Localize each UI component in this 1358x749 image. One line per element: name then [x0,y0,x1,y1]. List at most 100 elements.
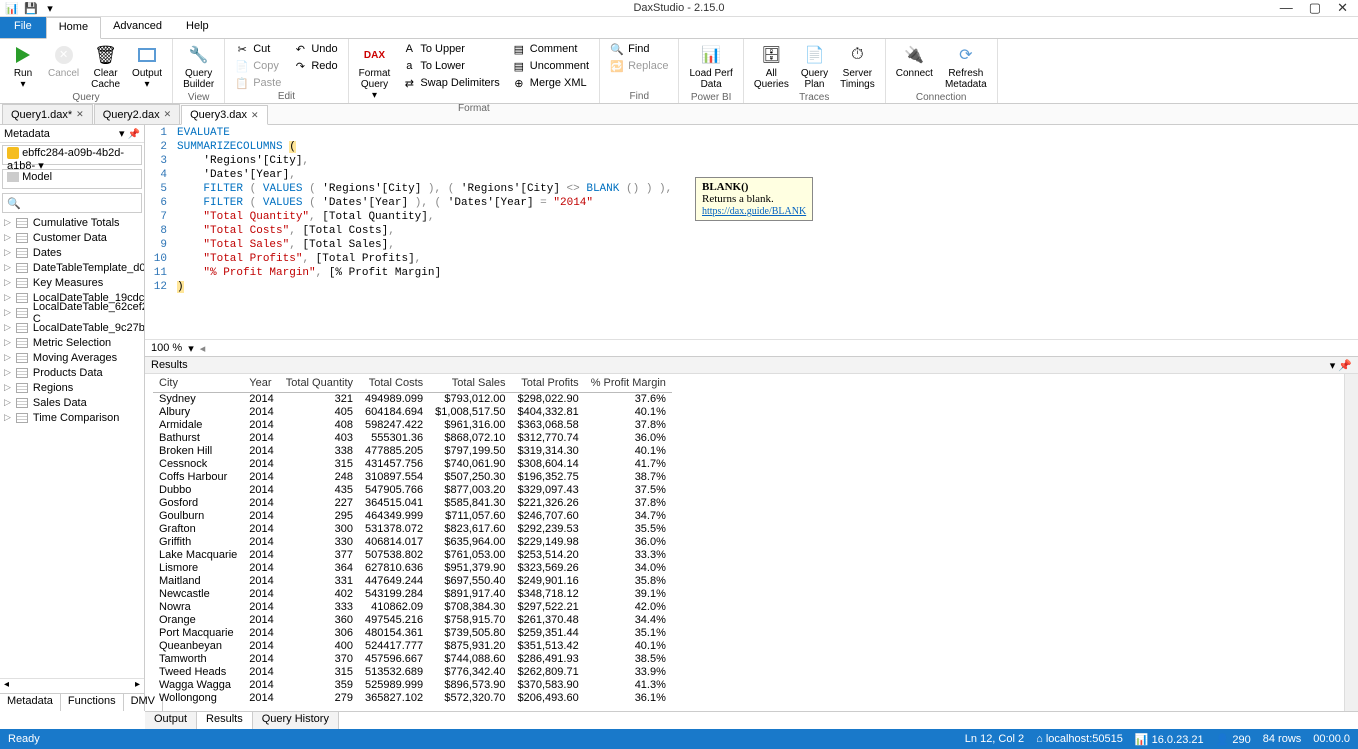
doctab[interactable]: Query1.dax*✕ [2,104,93,124]
expand-icon[interactable]: ▷ [4,382,11,393]
column-header[interactable]: Total Sales [429,374,511,392]
column-header[interactable]: Total Profits [512,374,585,392]
table-row[interactable]: Wollongong2014279365827.102$572,320.70$2… [153,691,672,704]
output-button[interactable]: Output▾ [128,41,166,92]
expand-icon[interactable]: ▷ [4,367,11,378]
table-item[interactable]: ▷Time Comparison [0,410,144,425]
table-row[interactable]: Tamworth2014370457596.667$744,088.60$286… [153,652,672,665]
table-item[interactable]: ▷Sales Data [0,395,144,410]
table-row[interactable]: Tweed Heads2014315513532.689$776,342.40$… [153,665,672,678]
scroll-left-icon[interactable]: ◂ [200,342,206,355]
doctab[interactable]: Query3.dax✕ [181,105,267,125]
table-item[interactable]: ▷LocalDateTable_62cef255-C [0,305,144,320]
to-upper-button[interactable]: ATo Upper [398,41,503,57]
close-tab-icon[interactable]: ✕ [164,109,172,120]
table-row[interactable]: Broken Hill2014338477885.205$797,199.50$… [153,444,672,457]
cut-button[interactable]: ✂Cut [231,41,285,57]
redo-button[interactable]: ↷Redo [289,58,341,74]
undo-button[interactable]: ↶Undo [289,41,341,57]
table-row[interactable]: Griffith2014330406814.017$635,964.00$229… [153,535,672,548]
table-row[interactable]: Coffs Harbour2014248310897.554$507,250.3… [153,470,672,483]
table-row[interactable]: Port Macquarie2014306480154.361$739,505.… [153,626,672,639]
copy-button[interactable]: 📄Copy [231,58,285,74]
table-item[interactable]: ▷Key Measures [0,275,144,290]
clear-cache-button[interactable]: 🗑ClearCache [87,41,124,92]
refresh-metadata-button[interactable]: ⟳RefreshMetadata [941,41,991,92]
table-item[interactable]: ▷Customer Data [0,230,144,245]
merge-xml-button[interactable]: ⊕Merge XML [508,75,593,91]
results-scrollbar[interactable] [1344,374,1358,711]
run-button[interactable]: Run▾ [6,41,40,92]
output-tab-results[interactable]: Results [197,712,253,729]
minimize-button[interactable]: — [1280,0,1293,16]
table-row[interactable]: Sydney2014321494989.099$793,012.00$298,0… [153,392,672,405]
table-row[interactable]: Orange2014360497545.216$758,915.70$261,3… [153,613,672,626]
expand-icon[interactable]: ▷ [4,292,11,303]
model-combo[interactable]: Model [2,169,142,189]
side-scrollbar[interactable]: ◂▸ [0,678,144,693]
table-row[interactable]: Armidale2014408598247.422$961,316.00$363… [153,418,672,431]
table-row[interactable]: Queanbeyan2014400524417.777$875,931.20$3… [153,639,672,652]
find-button[interactable]: 🔍Find [606,41,672,57]
table-row[interactable]: Lismore2014364627810.636$951,379.90$323,… [153,561,672,574]
table-row[interactable]: Wagga Wagga2014359525989.999$896,573.90$… [153,678,672,691]
table-item[interactable]: ▷DateTableTemplate_d095fb [0,260,144,275]
table-item[interactable]: ▷Moving Averages [0,350,144,365]
qat-dropdown-icon[interactable]: ▾ [42,1,58,15]
results-dropdown-icon[interactable]: ▾ [1330,360,1336,372]
column-header[interactable]: Total Quantity [280,374,359,392]
swap-delimiters-button[interactable]: ⇄Swap Delimiters [398,75,503,91]
metadata-search[interactable]: 🔍 [2,193,142,213]
tab-file[interactable]: File [0,17,46,38]
close-tab-icon[interactable]: ✕ [76,109,84,120]
tab-home[interactable]: Home [46,17,101,39]
sidebar-tab-functions[interactable]: Functions [61,694,124,711]
uncomment-button[interactable]: ▤Uncomment [508,58,593,74]
code-editor[interactable]: 123456789101112 EVALUATE SUMMARIZECOLUMN… [145,125,1358,339]
column-header[interactable]: City [153,374,243,392]
expand-icon[interactable]: ▷ [4,397,11,408]
expand-icon[interactable]: ▷ [4,247,11,258]
sidebar-dropdown-icon[interactable]: ▾ 📌 [119,127,140,140]
server-timings-button[interactable]: ⏱ServerTimings [836,41,879,92]
query-plan-button[interactable]: 📄QueryPlan [797,41,832,92]
doctab[interactable]: Query2.dax✕ [94,104,180,124]
tooltip-link[interactable]: https://dax.guide/BLANK [702,206,806,217]
database-combo[interactable]: ebffc284-a09b-4b2d-a1b8- ▾ [2,145,142,165]
table-row[interactable]: Lake Macquarie2014377507538.802$761,053.… [153,548,672,561]
table-row[interactable]: Cessnock2014315431457.756$740,061.90$308… [153,457,672,470]
zoom-dropdown-icon[interactable]: ▾ [188,342,194,355]
format-query-button[interactable]: DAXFormatQuery▾ [355,41,395,103]
zoom-level[interactable]: 100 % [151,342,182,354]
table-row[interactable]: Maitland2014331447649.244$697,550.40$249… [153,574,672,587]
to-lower-button[interactable]: aTo Lower [398,58,503,74]
table-item[interactable]: ▷Regions [0,380,144,395]
table-item[interactable]: ▷Cumulative Totals [0,215,144,230]
code-content[interactable]: EVALUATE SUMMARIZECOLUMNS ( 'Regions'[Ci… [173,125,1358,339]
expand-icon[interactable]: ▷ [4,412,11,423]
table-item[interactable]: ▷Metric Selection [0,335,144,350]
expand-icon[interactable]: ▷ [4,232,11,243]
expand-icon[interactable]: ▷ [4,277,11,288]
table-item[interactable]: ▷Dates [0,245,144,260]
connect-button[interactable]: 🔌Connect [892,41,937,81]
column-header[interactable]: Total Costs [359,374,429,392]
sidebar-tab-metadata[interactable]: Metadata [0,694,61,711]
output-tab-output[interactable]: Output [145,712,197,729]
all-queries-button[interactable]: 🗄AllQueries [750,41,793,92]
column-header[interactable]: Year [243,374,279,392]
close-button[interactable]: ✕ [1337,0,1348,16]
expand-icon[interactable]: ▷ [4,262,11,273]
column-header[interactable]: % Profit Margin [585,374,672,392]
tab-advanced[interactable]: Advanced [101,17,174,38]
expand-icon[interactable]: ▷ [4,352,11,363]
table-item[interactable]: ▷LocalDateTable_9c27bc4b- [0,320,144,335]
table-item[interactable]: ▷Products Data [0,365,144,380]
results-grid[interactable]: CityYearTotal QuantityTotal CostsTotal S… [145,374,1344,711]
pin-icon[interactable]: 📌 [128,129,140,140]
load-perf-data-button[interactable]: 📊Load PerfData [685,41,736,92]
tab-help[interactable]: Help [174,17,221,38]
paste-button[interactable]: 📋Paste [231,75,285,91]
table-row[interactable]: Gosford2014227364515.041$585,841.30$221,… [153,496,672,509]
table-row[interactable]: Bathurst2014403555301.36$868,072.10$312,… [153,431,672,444]
